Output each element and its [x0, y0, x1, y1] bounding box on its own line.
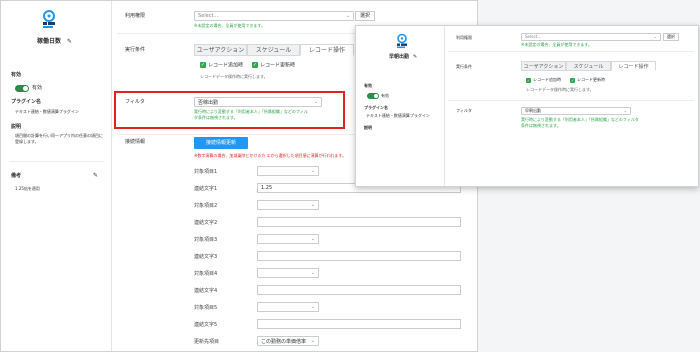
- field-label: 連結文字2: [194, 220, 218, 226]
- chevron-down-icon: ⌄: [310, 270, 315, 276]
- chevron-down-icon: ⌄: [310, 338, 315, 344]
- field-label: 対象項目4: [194, 271, 218, 277]
- checkbox-record-update[interactable]: ✓ レコード更新時: [252, 62, 295, 70]
- exec-tabs: ユーザアクション スケジュール レコード操作: [521, 61, 656, 71]
- exec-note: レコードデータ操作時に実行します。: [526, 87, 594, 92]
- filter-label: フィルタ: [125, 99, 145, 105]
- chevron-down-icon: ⌄: [310, 202, 315, 208]
- filter-note: 実行時により変動する「利用者本人」「所属組織」などのフィル タ条件は無視されます…: [194, 109, 308, 120]
- active-toggle-label: 有効: [381, 93, 389, 98]
- remarks-label: 備考: [11, 173, 22, 179]
- description-value: 項目間の計算を行い同一アプリ内の任意の項目に登録します。: [15, 133, 103, 144]
- plugin-type-value: テキスト連結・数値演算プラグイン: [15, 109, 79, 114]
- active-label: 有効: [364, 83, 372, 88]
- tab-schedule[interactable]: スケジュール: [247, 44, 300, 56]
- plugin-logo-icon: [43, 10, 55, 28]
- plugin-type-label: プラグイン名: [364, 105, 388, 110]
- check-icon: ✓: [200, 62, 206, 68]
- users-select[interactable]: Select... ⌄: [521, 33, 661, 41]
- field-label: 対象項目5: [194, 305, 218, 311]
- description-label: 説明: [11, 124, 22, 130]
- chevron-down-icon: ⌄: [310, 168, 315, 174]
- remarks-value: 1.25倍を適用: [15, 186, 40, 191]
- filter-select[interactable]: 否稼出勤 ⌄: [194, 97, 322, 107]
- field-select[interactable]: ⌄: [257, 166, 319, 176]
- checkbox-record-add[interactable]: ✓ レコード追加時: [200, 62, 243, 70]
- checkbox-record-add[interactable]: ✓ レコード追加時: [526, 77, 561, 83]
- tab-record-operation[interactable]: レコード操作: [300, 44, 354, 56]
- active-label: 有効: [11, 72, 22, 78]
- field-label: 更新先項目: [194, 339, 220, 345]
- field-select[interactable]: ⌄: [257, 234, 319, 244]
- field-label: 対象項目3: [194, 237, 218, 243]
- active-toggle[interactable]: [15, 85, 29, 92]
- filter-select[interactable]: 早朝出勤 ⌄: [521, 107, 631, 115]
- check-icon: ✓: [570, 77, 575, 83]
- field-select[interactable]: ⌄: [257, 200, 319, 210]
- filter-label: フィルタ: [456, 108, 472, 113]
- field-label: 連結文字5: [194, 322, 218, 328]
- tab-record-operation[interactable]: レコード操作: [611, 61, 656, 71]
- field-input[interactable]: [257, 217, 461, 227]
- check-icon: ✓: [526, 77, 531, 83]
- field-label: 連結文字4: [194, 288, 218, 294]
- users-note: ※未設定の場合、全員が使用できます。: [194, 23, 265, 28]
- edit-name-pencil-icon[interactable]: ✎: [67, 38, 72, 46]
- users-select[interactable]: Select... ⌄: [194, 11, 354, 21]
- edit-name-pencil-icon[interactable]: ✎: [413, 54, 417, 61]
- active-toggle-label: 有効: [32, 85, 43, 91]
- users-label: 利用権限: [125, 13, 146, 19]
- field-input[interactable]: [257, 319, 461, 329]
- plugin-type-label: プラグイン名: [11, 99, 42, 105]
- exec-condition-label: 実行条件: [125, 47, 146, 53]
- tab-user-action[interactable]: ユーザアクション: [194, 44, 247, 56]
- field-label: 連結文字1: [194, 186, 218, 192]
- tab-user-action[interactable]: ユーザアクション: [521, 61, 566, 71]
- connection-update-button[interactable]: 接続情報更新: [194, 137, 248, 149]
- users-select-button[interactable]: 選択: [663, 33, 679, 41]
- field-label: 対象項目2: [194, 203, 218, 209]
- connection-note: ※数字演算の場合、加減乗除とかける方 エから選択した項目値に演算が行われます。: [194, 153, 347, 158]
- users-note: ※未設定の場合、全員が使用できます。: [521, 42, 592, 47]
- active-toggle[interactable]: [367, 93, 379, 99]
- plugin-name: 早朝出勤: [389, 54, 410, 60]
- checkbox-record-update[interactable]: ✓ レコード更新時: [570, 77, 605, 83]
- field-label: 連結文字3: [194, 254, 218, 260]
- field-input[interactable]: [257, 285, 461, 295]
- plugin-name: 稼働日数: [37, 38, 62, 45]
- plugin-logo-icon: [397, 33, 407, 49]
- field-label: 対象項目1: [194, 169, 218, 175]
- connection-label: 接続情報: [125, 139, 146, 145]
- exec-condition-label: 実行条件: [456, 64, 472, 69]
- field-input[interactable]: [257, 251, 461, 261]
- tab-schedule[interactable]: スケジュール: [566, 61, 611, 71]
- users-label: 利用権限: [456, 35, 472, 40]
- chevron-down-icon: ⌄: [310, 236, 315, 242]
- overlay-settings-panel: 早朝出勤 ✎ 有効 有効 プラグイン名 テキスト連結・数値演算プラグイン 説明 …: [355, 25, 699, 187]
- description-label: 説明: [364, 125, 372, 130]
- exec-tabs: ユーザアクション スケジュール レコード操作: [194, 44, 354, 56]
- check-icon: ✓: [252, 62, 258, 68]
- exec-note: レコードデータ操作時に実行します。: [200, 74, 268, 79]
- field-select[interactable]: ⌄: [257, 302, 319, 312]
- users-select-button[interactable]: 選択: [355, 11, 375, 21]
- field-select[interactable]: ⌄: [257, 268, 319, 278]
- plugin-type-value: テキスト連結・数値演算プラグイン: [366, 113, 430, 118]
- chevron-down-icon: ⌄: [310, 304, 315, 310]
- filter-note: 実行時により変動する「利用者本人」「所属組織」などのフィルタ 条件は無視されます…: [521, 117, 639, 128]
- field-select[interactable]: この勤務の単価倍率 ⌄: [257, 336, 319, 346]
- edit-remarks-pencil-icon[interactable]: ✎: [93, 172, 98, 180]
